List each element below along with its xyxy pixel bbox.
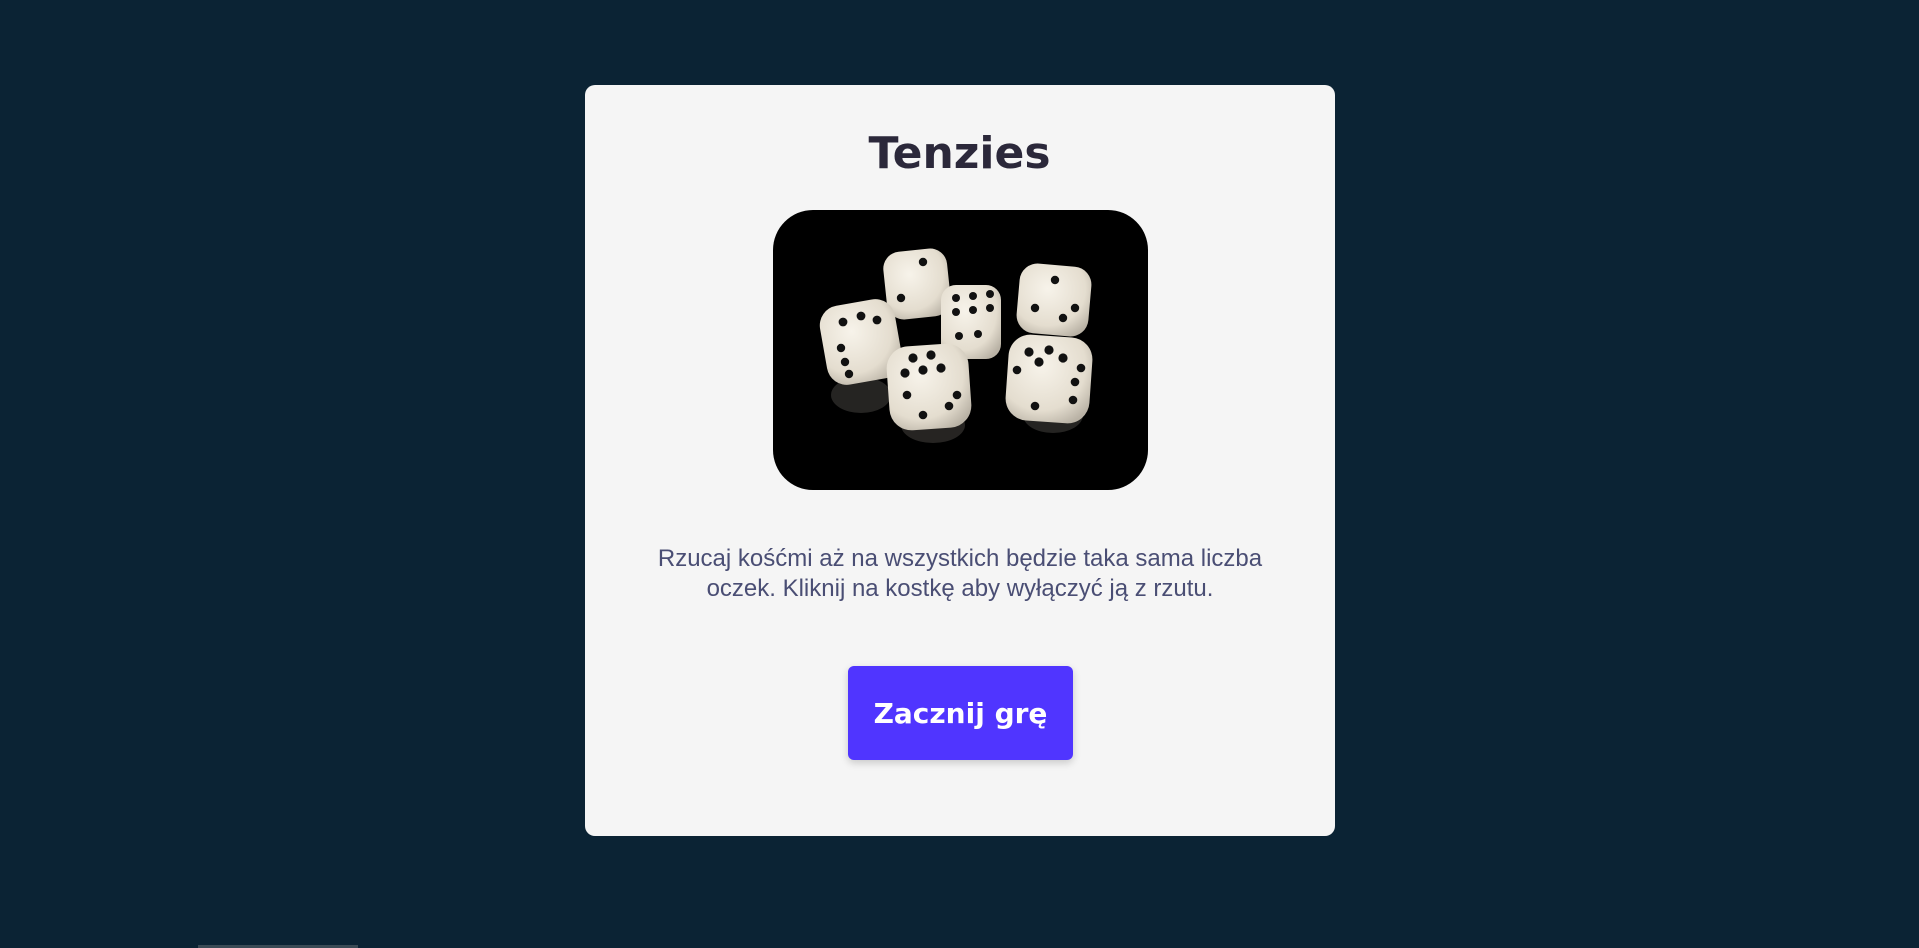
page-title: Tenzies [868,128,1051,179]
game-description: Rzucaj kośćmi aż na wszystkich będzie ta… [657,545,1263,602]
die-five-right [1005,334,1093,424]
die-five [886,343,972,431]
start-game-button[interactable]: Zacznij grę [848,666,1073,760]
die-three [1016,263,1092,337]
dice-image [773,210,1148,490]
